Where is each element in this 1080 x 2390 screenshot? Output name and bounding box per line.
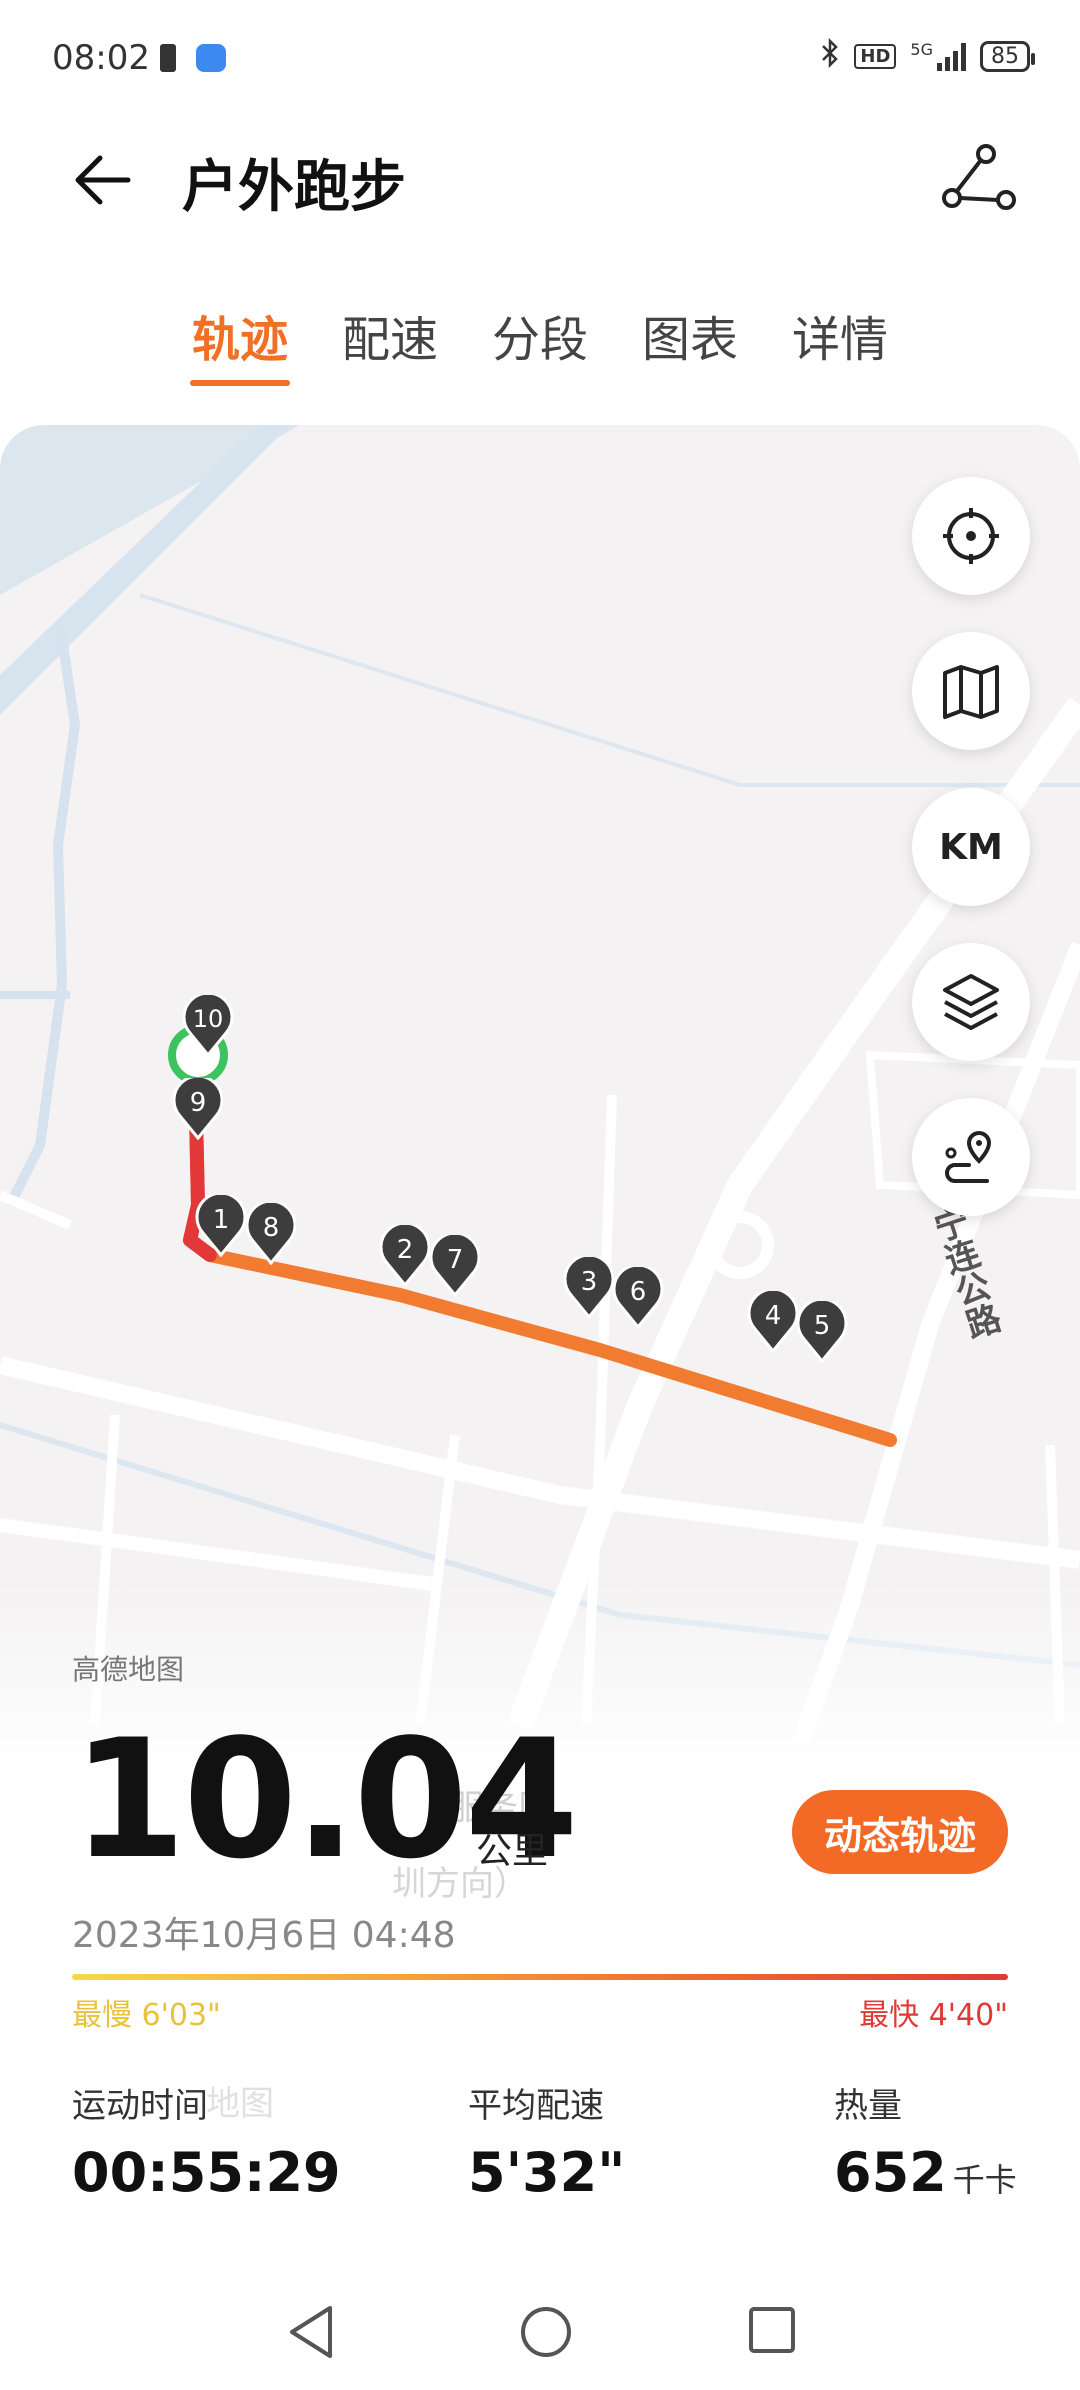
bluetooth-icon (820, 37, 840, 74)
km-marker-5[interactable]: 5 (796, 1301, 848, 1363)
circle-home-icon (521, 2307, 571, 2357)
km-label: KM (939, 826, 1003, 868)
km-marker-10[interactable]: 10 (182, 995, 234, 1057)
tab-track[interactable]: 轨迹 (189, 300, 290, 400)
stat-value: 5'32" (468, 2141, 626, 2204)
slowest-pace: 最慢 6'03" (72, 1998, 221, 2033)
km-toggle-button[interactable]: KM (912, 788, 1030, 906)
tab-pace[interactable]: 配速 (340, 300, 440, 400)
stat-label: 运动时间 (72, 2086, 208, 2126)
nav-recents-button[interactable] (746, 2304, 798, 2360)
fastest-pace: 最快 4'40" (859, 1998, 1008, 2033)
battery-icon: 85 (980, 40, 1035, 72)
tab-splits[interactable]: 分段 (490, 300, 590, 400)
locate-button[interactable] (912, 477, 1030, 595)
stat-avg-pace: 平均配速 5'32" (468, 2078, 625, 2204)
pace-gradient-bar (72, 1974, 1008, 1980)
status-time: 08:02 (52, 38, 150, 78)
alert-icon (160, 44, 176, 72)
distance-unit: 公里 (476, 1831, 549, 1872)
status-icons: HD 5G 85 (820, 37, 1035, 74)
workout-date: 2023年10月6日 04:48 (72, 1915, 456, 1956)
summary-panel-bg (0, 1580, 1080, 2390)
crosshair-icon (943, 508, 999, 564)
stat-value: 652 (834, 2141, 947, 2204)
nav-back-button[interactable] (284, 2302, 340, 2366)
signal-icon (937, 41, 966, 71)
layers-button[interactable] (912, 943, 1030, 1061)
km-marker-4[interactable]: 4 (747, 1291, 799, 1353)
status-bar: 08:02 HD 5G 85 (0, 0, 1080, 120)
dynamic-track-button[interactable]: 动态轨迹 (792, 1790, 1008, 1874)
stat-value: 00:55:29 (72, 2141, 341, 2204)
km-marker-9[interactable]: 9 (172, 1078, 224, 1140)
km-marker-6[interactable]: 6 (612, 1267, 664, 1329)
back-button[interactable] (70, 140, 150, 220)
map-icon (943, 665, 999, 719)
route-share-button[interactable] (940, 140, 1020, 220)
route-pin-icon (945, 1130, 992, 1183)
header: 户外跑步 (0, 120, 1080, 240)
page-title: 户外跑步 (182, 155, 406, 220)
network-label: 5G (910, 39, 933, 59)
stat-duration: 运动时间 00:55:29 (72, 2078, 341, 2204)
stat-value-row: 652 千卡 (834, 2141, 1017, 2204)
map-provider-label: 高德地图 (72, 1653, 185, 1686)
triangle-back-icon (290, 2306, 332, 2358)
stat-label: 平均配速 (468, 2086, 604, 2126)
system-nav-bar (0, 2290, 1080, 2388)
hd-badge: HD (854, 43, 897, 69)
back-arrow-icon (75, 155, 131, 205)
layers-icon (943, 974, 999, 1030)
battery-level: 85 (991, 43, 1019, 69)
km-marker-7[interactable]: 7 (429, 1235, 481, 1297)
km-marker-8[interactable]: 8 (245, 1203, 297, 1265)
cloud-icon (196, 44, 226, 72)
km-marker-3[interactable]: 3 (563, 1257, 615, 1319)
map-type-button[interactable] (912, 632, 1030, 750)
tab-bar: 轨迹 配速 分段 图表 详情 (0, 300, 1080, 400)
km-marker-1[interactable]: 1 (195, 1195, 247, 1257)
stat-label: 热量 (834, 2086, 902, 2126)
square-recents-icon (749, 2307, 795, 2353)
route-point-button[interactable] (912, 1098, 1030, 1216)
route-icon (942, 144, 1016, 210)
tab-details[interactable]: 详情 (790, 300, 890, 400)
tab-charts[interactable]: 图表 (640, 300, 740, 400)
nav-home-button[interactable] (516, 2302, 576, 2366)
stat-calories: 热量 652 千卡 (834, 2078, 1017, 2204)
km-marker-2[interactable]: 2 (379, 1225, 431, 1287)
stat-unit: 千卡 (952, 2161, 1017, 2199)
